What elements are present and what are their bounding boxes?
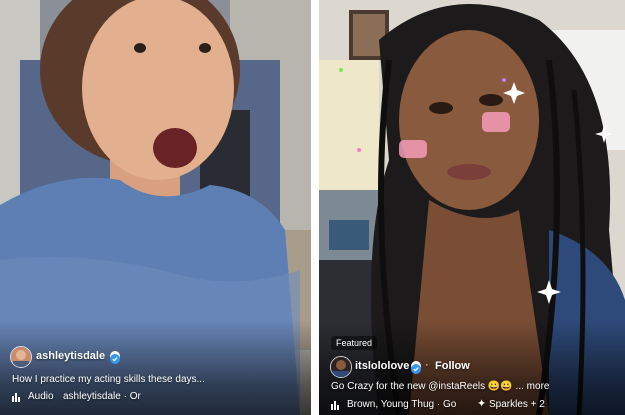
itslololove-avatar[interactable] [330,356,352,378]
audio-bars-icon [331,401,339,410]
left-caption: How I practice my acting skills these da… [12,374,205,385]
ashleytisdale-avatar[interactable] [10,346,32,368]
left-audio-label[interactable]: Audio [28,391,54,402]
right-caption[interactable]: Go Crazy for the new @instaReels 😀😀 ... … [331,381,549,392]
panel-divider [311,0,319,415]
effect-label[interactable]: Sparkles + 2 [489,399,545,410]
audio-bars-icon [12,393,20,402]
left-audio-source[interactable]: ashleytisdale · Or [63,391,141,402]
follow-button[interactable]: Follow [435,360,470,372]
effect-sparkle-icon: ✦ [477,398,487,410]
right-audio-track[interactable]: Brown, Young Thug · Go [347,399,456,410]
verified-badge-icon [110,351,120,364]
verified-badge-icon [411,361,421,374]
right-username[interactable]: itslololove [355,360,409,372]
follow-separator: · [425,359,429,371]
left-reel-panel[interactable]: ashleytisdale How I practice my acting s… [0,0,311,415]
left-username[interactable]: ashleytisdale [36,350,105,362]
right-reel-panel[interactable]: Featured itslololove · Follow Go Crazy f… [319,0,625,415]
featured-badge: Featured [331,336,378,350]
